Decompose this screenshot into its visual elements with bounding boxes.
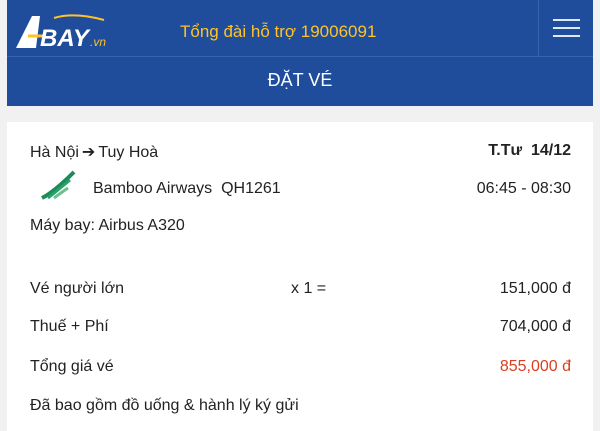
aircraft-type: Máy bay: Airbus A320: [30, 217, 185, 234]
destination-city: Tuy Hoà: [98, 144, 159, 161]
adult-fare-amount: 151,000 đ: [499, 280, 571, 297]
flight-number: QH1261: [221, 180, 281, 197]
tax-fee-label: Thuế + Phí: [30, 318, 109, 335]
flight-time: 06:45 - 08:30: [476, 180, 571, 197]
svg-text:.vn: .vn: [90, 35, 106, 49]
flight-day: T.Tư: [488, 142, 523, 159]
flight-date-value: 14/12: [530, 142, 571, 159]
airline-name: Bamboo Airways: [93, 180, 213, 197]
airline-info: Bamboo Airways QH1261: [93, 180, 281, 198]
page-title: ĐẶT VÉ: [267, 70, 333, 90]
hamburger-icon: [553, 19, 580, 21]
inclusion-note: Đã bao gồm đồ uống & hành lý ký gửi: [30, 397, 299, 414]
flight-date: T.Tư 14/12: [488, 142, 571, 160]
hamburger-icon-line: [553, 27, 580, 29]
adult-fare-label: Vé người lớn: [30, 280, 124, 297]
svg-text:BAY: BAY: [40, 25, 91, 50]
origin-city: Hà Nội: [30, 144, 79, 161]
hamburger-menu-button[interactable]: [538, 0, 593, 56]
tax-fee-amount: 704,000 đ: [499, 318, 571, 335]
total-fare-amount: 855,000 đ: [499, 358, 571, 375]
route: Hà Nội ➔ Tuy Hoà: [30, 142, 158, 162]
header-divider: [7, 56, 593, 57]
hotline-text[interactable]: Tổng đài hỗ trợ 19006091: [180, 22, 376, 42]
bamboo-airways-logo-icon: [41, 170, 76, 200]
abay-logo[interactable]: BAY .vn: [14, 10, 114, 50]
arrow-right-icon: ➔: [81, 144, 96, 161]
total-fare-label: Tổng giá vé: [30, 358, 114, 375]
booking-summary-card: [7, 122, 593, 431]
adult-fare-quantity: x 1 =: [291, 280, 327, 297]
hamburger-icon-line: [553, 35, 580, 37]
